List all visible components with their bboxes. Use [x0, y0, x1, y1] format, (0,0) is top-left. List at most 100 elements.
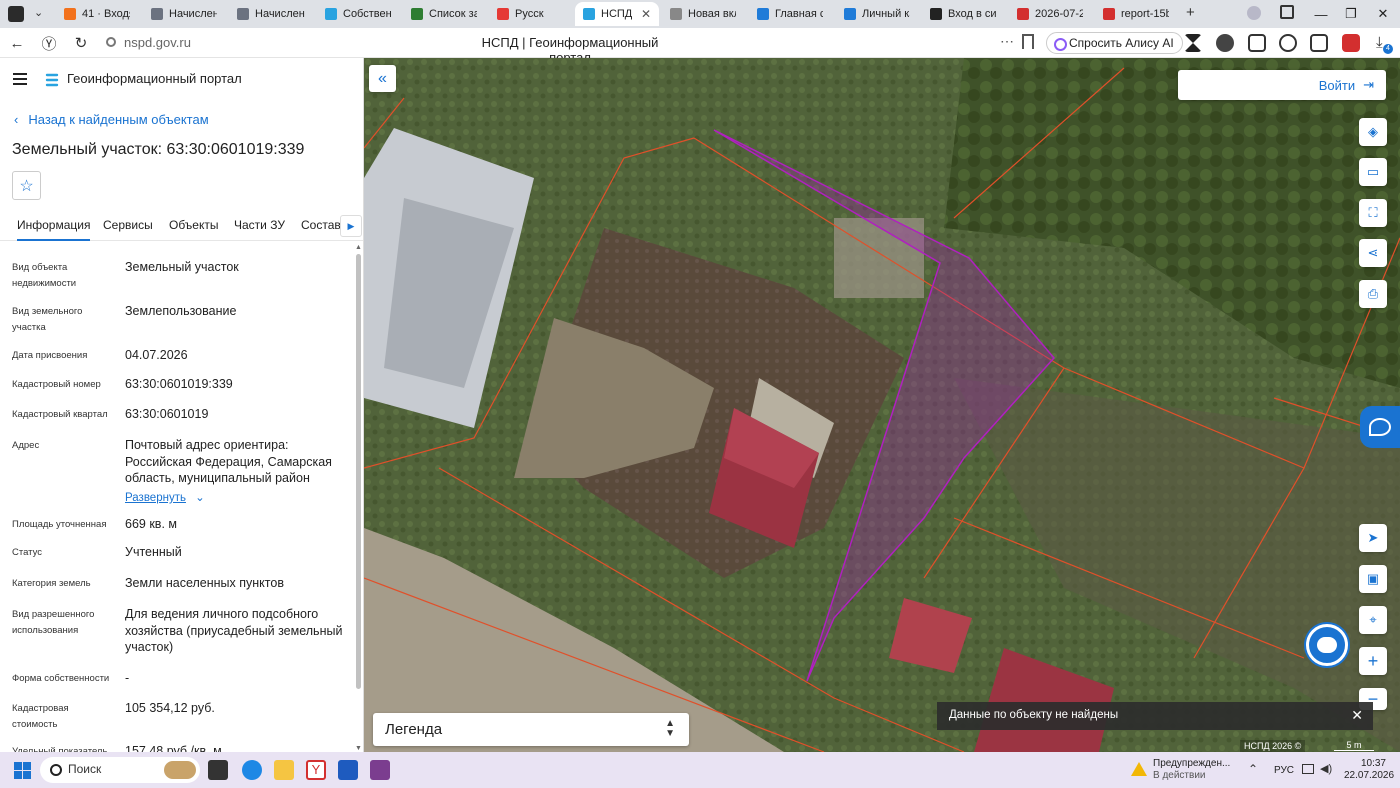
value-ownership: - [125, 671, 130, 685]
collapse-panel-icon[interactable]: « [369, 65, 396, 92]
extension-icon[interactable] [1184, 34, 1202, 52]
tab-label: Вход в сист [948, 8, 996, 20]
tab-list-chevron-icon[interactable]: ⌄ [34, 6, 43, 19]
site-info-icon[interactable] [106, 37, 116, 47]
volume-icon[interactable]: ◀) [1320, 762, 1332, 775]
legend-label: Легенда [385, 721, 443, 738]
panel-scrollbar[interactable]: ▲ ▼ [355, 244, 362, 752]
login-button[interactable]: Войти ⇥ [1178, 70, 1386, 100]
back-arrow-icon[interactable]: ← [6, 32, 28, 54]
browser-tab[interactable]: 41 · Входящ [56, 2, 138, 26]
portal-logo-icon [45, 73, 59, 87]
favorite-star-icon[interactable]: ☆ [12, 171, 41, 200]
tab-close-icon[interactable]: ✕ [641, 7, 651, 21]
scrollbar-thumb[interactable] [356, 254, 361, 689]
screenshot-icon[interactable] [1310, 34, 1328, 52]
map-view[interactable]: « Войти ⇥ ◈ ▭ ⛶ ⋖ ⎙ ➤ ▣ ⌖ + − Легенда ▲ ▼… [364, 58, 1400, 752]
reload-icon[interactable]: ↻ [70, 32, 92, 54]
back-to-results-link[interactable]: ‹ Назад к найденным объектам [14, 112, 209, 127]
yandex-browser-icon[interactable]: Y [306, 760, 326, 780]
close-window-icon[interactable]: ✕ [1368, 4, 1398, 24]
label-cadastral-value: Кадастровая стоимость [12, 703, 69, 730]
tab-parts[interactable]: Части ЗУ [234, 218, 285, 232]
warning-notice[interactable]: Предупрежден... В действии [1153, 758, 1230, 782]
chevron-left-icon: ‹ [14, 112, 19, 127]
clock[interactable]: 10:37 22.07.2026 [1344, 758, 1394, 782]
close-icon[interactable]: ✕ [1351, 707, 1363, 724]
profile-icon[interactable] [1247, 6, 1261, 20]
tab-composition[interactable]: Состав [301, 218, 341, 232]
browser-tab[interactable]: report-15bff [1095, 2, 1177, 26]
url-field[interactable]: nspd.gov.ru [124, 35, 191, 50]
browser-tab[interactable]: Список заяв [403, 2, 485, 26]
new-tab-icon[interactable]: + [1186, 4, 1195, 21]
yandex-logo-icon[interactable]: Ⓨ [38, 32, 60, 54]
browser-tab[interactable]: Главная стр [749, 2, 831, 26]
label-specific-index: Удельный показатель [12, 746, 108, 752]
zoom-in-icon[interactable]: + [1359, 647, 1387, 675]
browser-tab[interactable]: 2026-07-22- [1009, 2, 1091, 26]
browser-tab[interactable]: Русск [489, 2, 571, 26]
minimap-icon[interactable]: ▣ [1359, 565, 1387, 593]
label-area: Площадь уточненная [12, 519, 107, 530]
word-icon[interactable] [338, 760, 358, 780]
locate-icon[interactable]: ➤ [1359, 524, 1387, 552]
downloads-icon[interactable]: ⤓ [1376, 34, 1383, 51]
share-icon[interactable]: ⋖ [1359, 239, 1387, 267]
file-explorer-icon[interactable] [274, 760, 294, 780]
tab-objects[interactable]: Объекты [169, 218, 219, 232]
browser-tab[interactable]: Начислени [143, 2, 225, 26]
tab-info[interactable]: Информация [17, 218, 91, 241]
tab-services[interactable]: Сервисы [103, 218, 153, 232]
ask-alice-button[interactable]: Спросить Алису AI [1046, 32, 1183, 54]
print-icon[interactable]: ⎙ [1359, 280, 1387, 308]
tabs-next-icon[interactable]: ▶ [340, 215, 362, 237]
legend-dropdown[interactable]: Легенда ▲ ▼ [373, 713, 689, 746]
browser-tab[interactable]: НСПД | Ге ✕ [575, 2, 659, 26]
app-icon[interactable] [370, 760, 390, 780]
expand-address-link[interactable]: Развернуть ⌄ [125, 490, 205, 504]
select-area-icon[interactable]: ⛶ [1359, 199, 1387, 227]
browser-tab[interactable]: Личный каб [836, 2, 918, 26]
windows-taskbar: Поиск Y Предупрежден... В действии ⌃ РУС… [0, 752, 1400, 788]
tab-favicon-icon [411, 8, 423, 20]
browser-tab[interactable]: Новая вклад [662, 2, 744, 26]
layers-icon[interactable]: ◈ [1359, 118, 1387, 146]
tab-favicon-icon [930, 8, 942, 20]
vpn-extension-icon[interactable] [1216, 34, 1234, 52]
task-view-icon[interactable] [208, 760, 228, 780]
puzzle-extension-icon[interactable] [1248, 34, 1266, 52]
label-parcel-type: Вид земельного участка [12, 306, 83, 333]
map-attribution: НСПД 2026 © [1240, 740, 1306, 752]
tab-actions-icon[interactable] [8, 6, 24, 22]
chat-assistant-icon[interactable] [1306, 624, 1348, 666]
display-icon[interactable] [1302, 764, 1314, 774]
ruler-icon[interactable]: ▭ [1359, 158, 1387, 186]
tab-label: Список заяв [429, 8, 477, 20]
minimize-window-icon[interactable]: — [1306, 4, 1336, 24]
maximize-window-icon[interactable]: ❐ [1336, 4, 1366, 24]
browser-tab[interactable]: Начислени [229, 2, 313, 26]
collections-icon[interactable] [1280, 5, 1294, 19]
pdf-extension-icon[interactable] [1342, 34, 1360, 52]
feedback-tab-icon[interactable] [1360, 406, 1400, 448]
tab-label: Русск [515, 8, 544, 20]
scroll-up-icon[interactable]: ▲ [355, 244, 362, 251]
chevron-up-icon[interactable]: ⌃ [1248, 762, 1258, 776]
object-title: Земельный участок: 63:30:0601019:339 [12, 141, 305, 158]
windows-start-icon[interactable] [14, 762, 31, 779]
browser-tab[interactable]: Вход в сист [922, 2, 1004, 26]
value-cadastral-value: 105 354,12 руб. [125, 701, 215, 715]
warning-icon[interactable] [1131, 762, 1147, 776]
expand-label: Развернуть [125, 492, 186, 504]
geo-search-icon[interactable]: ⌖ [1359, 606, 1387, 634]
input-language[interactable]: РУС [1274, 765, 1294, 776]
browser-tab[interactable]: Собственно [317, 2, 399, 26]
bookmark-icon[interactable] [1022, 34, 1034, 49]
edge-browser-icon[interactable] [242, 760, 262, 780]
media-icon[interactable] [1279, 34, 1297, 52]
scroll-down-icon[interactable]: ▼ [355, 745, 362, 752]
menu-icon[interactable] [13, 73, 27, 85]
chevron-down-icon: ⌄ [195, 492, 205, 504]
more-options-icon[interactable]: ⋯ [1000, 33, 1014, 50]
